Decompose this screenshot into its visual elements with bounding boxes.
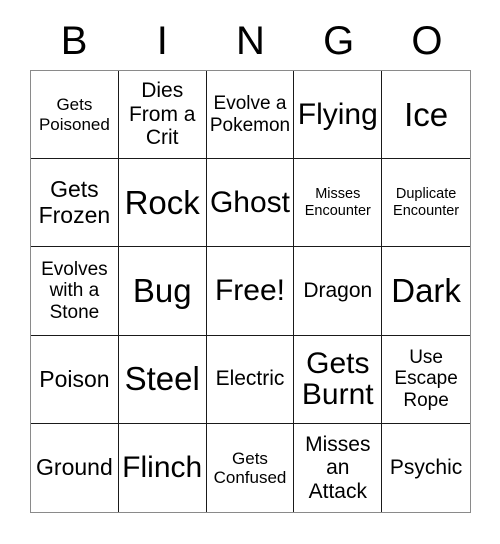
bingo-cell-label: Gets Poisoned [38, 95, 110, 134]
cell-n3[interactable]: Free! [206, 247, 295, 336]
bingo-cell-label: Bug [132, 272, 192, 310]
cell-g1[interactable]: Flying [294, 71, 383, 160]
cell-g5[interactable]: Misses an Attack [294, 423, 383, 512]
bingo-header-letter-b: B [60, 19, 88, 63]
bingo-header-letter-o: O [411, 19, 443, 63]
bingo-cell-label: Rock [124, 183, 200, 221]
bingo-header-letter-n: N [236, 19, 265, 63]
bingo-cell-label: Dies From a Crit [128, 79, 196, 150]
bingo-cell-label: Ground [36, 454, 113, 481]
cell-b3[interactable]: Evolves with a Stone [31, 247, 119, 336]
cell-g4[interactable]: Gets Burnt [294, 335, 383, 424]
cell-o5[interactable]: Psychic [382, 423, 470, 512]
bingo-cell-label: Ice [404, 95, 449, 133]
cell-i5[interactable]: Flinch [118, 423, 207, 512]
bingo-cell-label: Electric [215, 367, 285, 391]
bingo-cell-label: Evolve a Pokemon [209, 92, 291, 136]
cell-o1[interactable]: Ice [382, 71, 470, 160]
cell-n2[interactable]: Ghost [206, 159, 295, 248]
cell-o4[interactable]: Use Escape Rope [382, 335, 470, 424]
cell-n5[interactable]: Gets Confused [206, 423, 295, 512]
cell-i2[interactable]: Rock [118, 159, 207, 248]
bingo-cell-label: Misses Encounter [304, 185, 371, 219]
cell-o2[interactable]: Duplicate Encounter [382, 159, 470, 248]
bingo-cell-label: Free! [214, 274, 285, 308]
bingo-cell-label: Flying [297, 98, 378, 131]
bingo-cell-label: Gets Burnt [301, 347, 374, 412]
bingo-header-letter-i: I [156, 19, 168, 63]
bingo-cell-label: Misses an Attack [305, 432, 371, 503]
bingo-cell-label: Dark [391, 272, 461, 310]
bingo-cell-label: Use Escape Rope [394, 346, 458, 412]
bingo-cell-label: Psychic [389, 456, 463, 480]
bingo-header-row: BINGO [30, 14, 471, 68]
bingo-cell-label: Flinch [122, 451, 203, 485]
bingo-cell-label: Dragon [303, 279, 373, 303]
bingo-cell-label: Gets Confused [213, 448, 287, 487]
bingo-cell-label: Steel [124, 360, 200, 398]
cell-i4[interactable]: Steel [118, 335, 207, 424]
cell-b1[interactable]: Gets Poisoned [31, 71, 119, 160]
bingo-cell-label: Evolves with a Stone [41, 258, 108, 323]
cell-b5[interactable]: Ground [31, 423, 119, 512]
bingo-header-letter-g: G [323, 19, 355, 63]
cell-b2[interactable]: Gets Frozen [31, 159, 119, 248]
cell-n1[interactable]: Evolve a Pokemon [206, 71, 295, 160]
cell-b4[interactable]: Poison [31, 335, 119, 424]
cell-i3[interactable]: Bug [118, 247, 207, 336]
cell-g2[interactable]: Misses Encounter [294, 159, 383, 248]
cell-o3[interactable]: Dark [382, 247, 470, 336]
cell-n4[interactable]: Electric [206, 335, 295, 424]
bingo-grid: Gets Poisoned Dies From a Crit Evolve a Po… [30, 70, 471, 513]
cell-g3[interactable]: Dragon [294, 247, 383, 336]
bingo-cell-label: Ghost [209, 186, 291, 220]
bingo-cell-label: Gets Frozen [38, 176, 111, 228]
bingo-cell-label: Duplicate Encounter [393, 185, 460, 219]
cell-i1[interactable]: Dies From a Crit [118, 71, 207, 160]
bingo-card: B I N G O Gets Poisoned Dies From a Crit Evolv… [0, 0, 500, 544]
bingo-cell-label: Poison [39, 365, 110, 392]
